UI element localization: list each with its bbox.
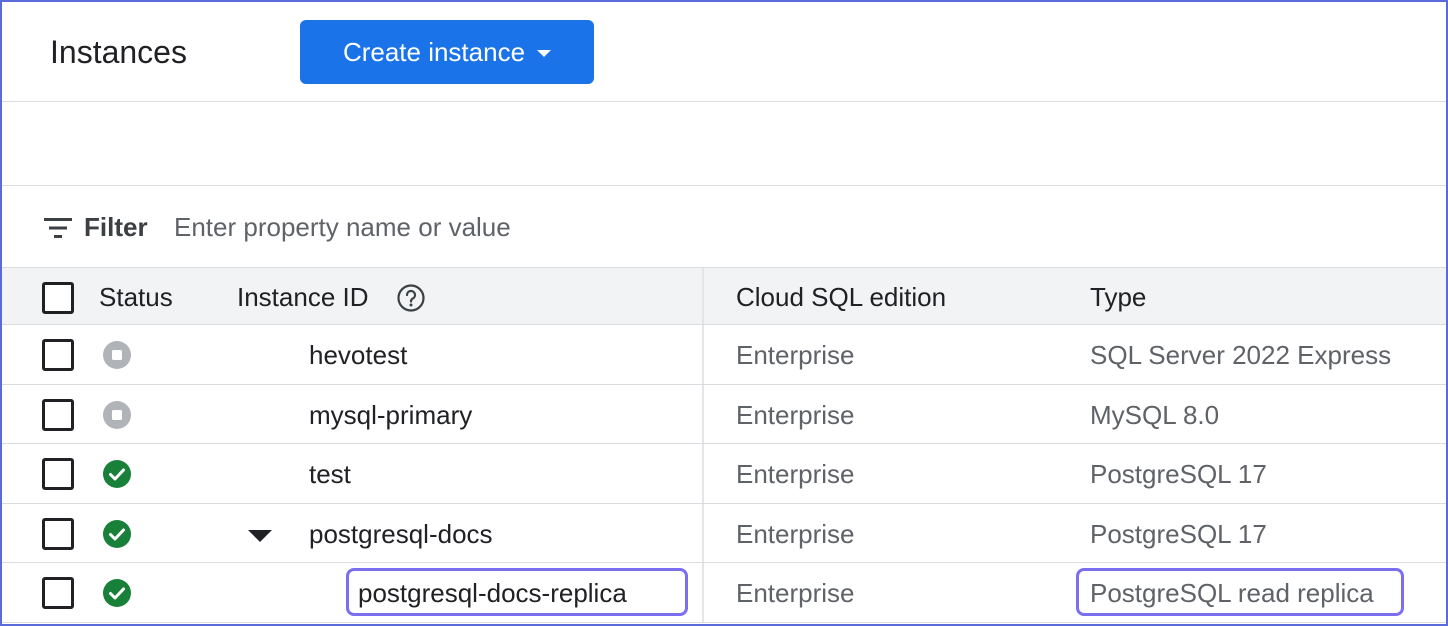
table-row: postgresql-docs-replica Enterprise Postg… [2,563,1446,623]
check-circle-icon [103,579,131,607]
row-checkbox[interactable] [42,398,74,431]
filter-label: Filter [84,212,148,242]
column-header-type[interactable]: Type [1090,282,1146,313]
column-divider [702,563,704,622]
create-instance-label: Create instance [342,36,526,67]
instance-id-link[interactable]: mysql-primary [309,400,472,431]
column-divider [702,384,704,443]
table-row: mysql-primary Enterprise MySQL 8.0 [2,384,1446,444]
type-cell: PostgreSQL read replica [1090,578,1374,608]
column-header-status[interactable]: Status [99,282,173,313]
edition-cell: Enterprise [736,399,855,430]
column-header-instance-id[interactable]: Instance ID [237,282,369,313]
page-header: Instances Create instance [2,2,1446,102]
column-divider [702,268,704,324]
page-title: Instances [50,34,187,70]
expand-caret-icon[interactable] [248,529,272,542]
row-checkbox[interactable] [42,339,74,371]
stopped-circle-icon [103,400,131,429]
type-cell: MySQL 8.0 [1090,399,1220,430]
column-divider [702,444,704,503]
column-divider [702,503,704,562]
app-frame: Instances Create instance Filter Status … [0,0,1448,626]
check-circle-icon [103,519,131,548]
instance-id-link[interactable]: postgresql-docs [309,519,493,550]
instances-table: Status Instance ID Cloud SQL edition Typ… [2,268,1446,623]
column-header-edition[interactable]: Cloud SQL edition [736,282,946,313]
edition-cell: Enterprise [736,518,855,549]
stopped-circle-icon [103,341,131,369]
help-icon[interactable] [396,283,426,313]
create-instance-button[interactable]: Create instance [300,20,594,84]
check-circle-icon [103,460,131,488]
column-divider [702,325,704,384]
row-checkbox[interactable] [42,458,74,490]
select-all-checkbox[interactable] [42,282,74,314]
type-cell: PostgreSQL 17 [1090,518,1267,549]
type-cell: PostgreSQL 17 [1090,459,1267,489]
instance-id-link[interactable]: postgresql-docs-replica [358,578,627,609]
edition-cell: Enterprise [736,459,855,489]
edition-cell: Enterprise [736,340,855,370]
toolbar-spacer [2,102,1446,186]
row-checkbox[interactable] [42,517,74,550]
table-row: hevotest Enterprise SQL Server 2022 Expr… [2,325,1446,385]
table-row: test Enterprise PostgreSQL 17 [2,444,1446,504]
edition-cell: Enterprise [736,578,855,608]
filter-input[interactable] [174,204,874,250]
instance-id-link[interactable]: test [309,459,351,490]
type-cell: SQL Server 2022 Express [1090,340,1392,370]
table-header: Status Instance ID Cloud SQL edition Typ… [2,268,1446,325]
instance-id-link[interactable]: hevotest [309,340,407,371]
filter-bar: Filter [2,186,1446,268]
table-row: postgresql-docs Enterprise PostgreSQL 17 [2,503,1446,563]
caret-down-icon [537,49,552,57]
row-checkbox[interactable] [42,577,74,609]
filter-icon[interactable] [44,218,72,238]
